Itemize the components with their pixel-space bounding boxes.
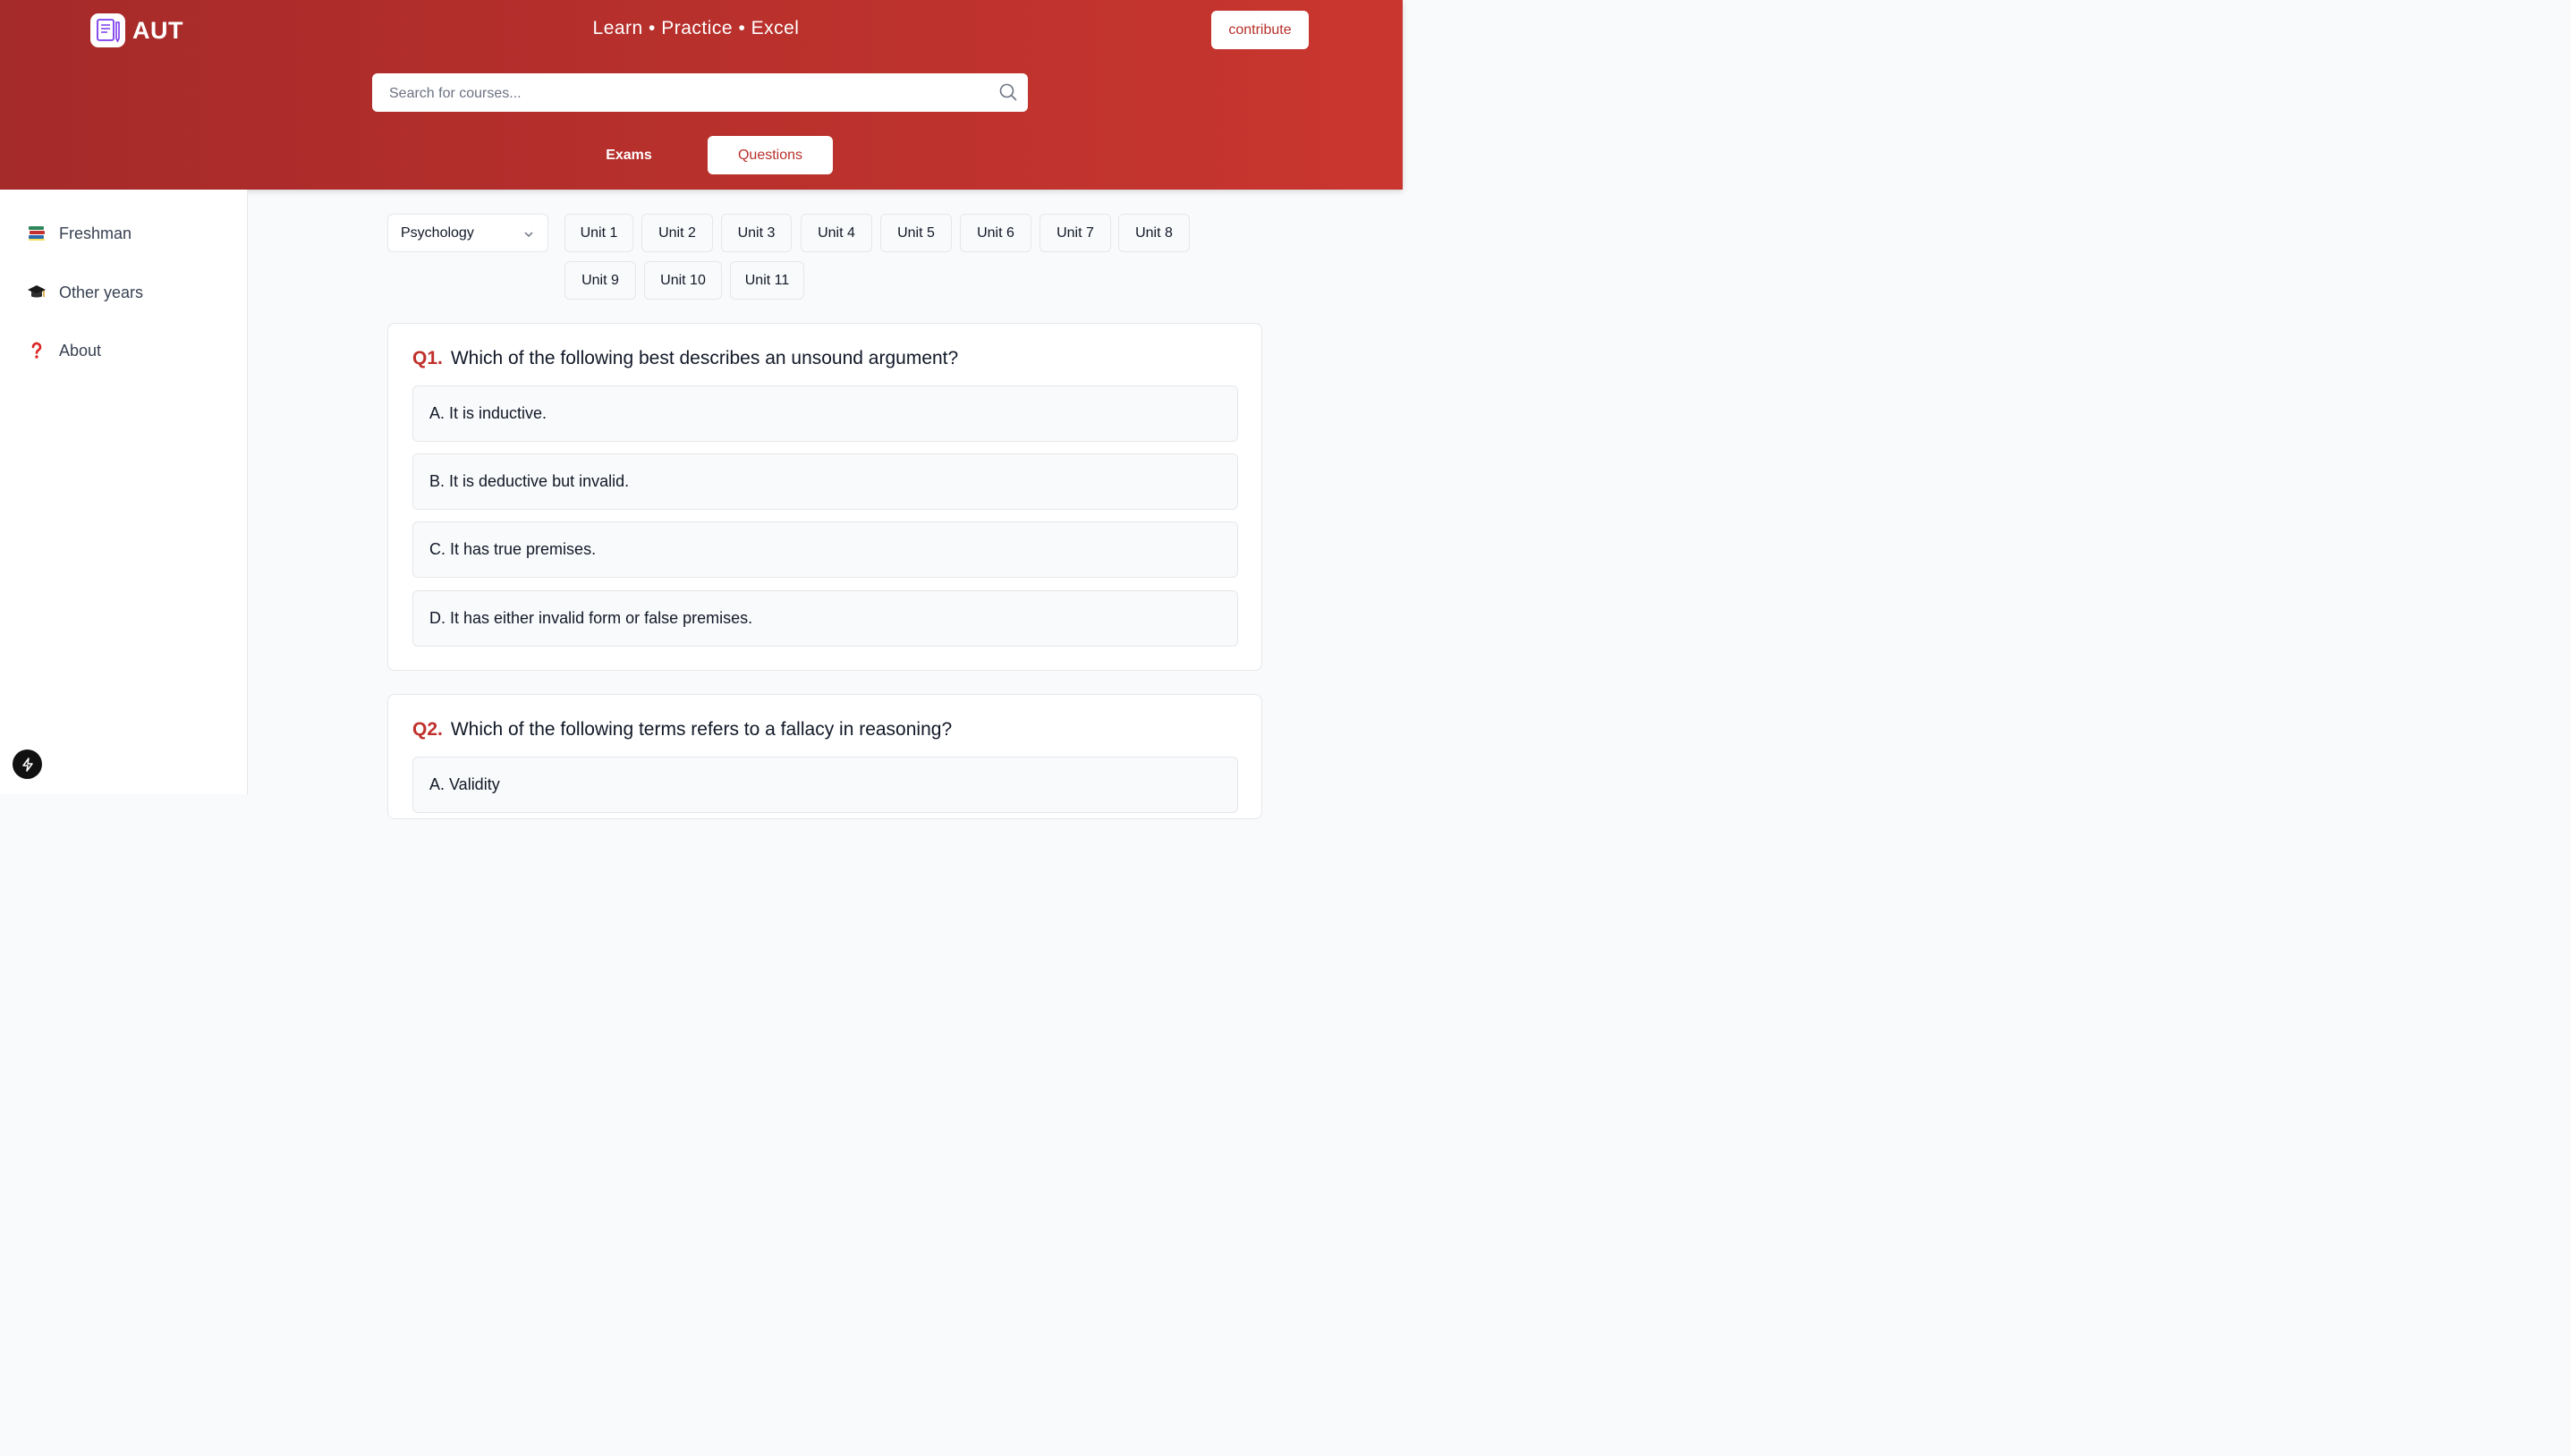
question-number: Q1. xyxy=(412,348,443,368)
question-title: Q1. Which of the following best describes… xyxy=(412,348,958,369)
answer-option-label: C. It has true premises. xyxy=(429,540,597,558)
tab-questions[interactable]: Questions xyxy=(708,136,833,174)
graduation-cap-icon xyxy=(27,283,47,302)
top-header: AUT Learn • Practice • Excel contribute … xyxy=(0,0,1403,190)
unit-button[interactable]: Unit 2 xyxy=(641,214,713,252)
answer-option-label: B. It is deductive but invalid. xyxy=(429,472,630,490)
course-select[interactable]: Psychology xyxy=(387,214,548,252)
answer-option[interactable]: B. It is deductive but invalid. xyxy=(412,453,1238,510)
search-bar xyxy=(372,73,1028,114)
unit-button[interactable]: Unit 7 xyxy=(1039,214,1111,252)
question-mark-icon xyxy=(27,341,47,360)
unit-button[interactable]: Unit 11 xyxy=(730,261,804,300)
unit-button[interactable]: Unit 6 xyxy=(960,214,1031,252)
search-input[interactable] xyxy=(387,73,999,114)
search-icon[interactable] xyxy=(999,83,1017,106)
answer-option-label: D. It has either invalid form or false p… xyxy=(429,609,753,627)
answer-option[interactable]: C. It has true premises. xyxy=(412,521,1238,578)
answer-option-label: A. It is inductive. xyxy=(429,404,547,422)
sidebar-item-label: Freshman xyxy=(59,224,132,242)
contribute-button[interactable]: contribute xyxy=(1211,11,1309,49)
course-select-value: Psychology xyxy=(401,225,474,241)
sidebar-item-label: About xyxy=(59,341,102,360)
question-title: Q2. Which of the following terms refers t… xyxy=(412,719,952,741)
question-number: Q2. xyxy=(412,719,443,740)
unit-button[interactable]: Unit 9 xyxy=(564,261,636,300)
unit-button[interactable]: Unit 1 xyxy=(564,214,633,252)
unit-button[interactable]: Unit 8 xyxy=(1118,214,1190,252)
tab-exams[interactable]: Exams xyxy=(566,136,692,174)
books-icon xyxy=(27,224,47,243)
sidebar-item-other-years[interactable]: Other years xyxy=(27,283,143,302)
question-text: Which of the following best describes an… xyxy=(450,348,959,368)
sidebar-item-freshman[interactable]: Freshman xyxy=(27,224,132,243)
answer-option[interactable]: D. It has either invalid form or false p… xyxy=(412,590,1238,647)
unit-button[interactable]: Unit 10 xyxy=(644,261,722,300)
unit-button[interactable]: Unit 3 xyxy=(721,214,792,252)
unit-button[interactable]: Unit 4 xyxy=(801,214,872,252)
question-card: Q1. Which of the following best describes… xyxy=(387,323,1262,671)
answer-option-label: A. Validity xyxy=(429,775,500,793)
bolt-icon[interactable] xyxy=(13,749,42,779)
sidebar-item-label: Other years xyxy=(59,283,144,301)
tagline: Learn • Practice • Excel xyxy=(592,18,800,38)
question-text: Which of the following terms refers to a… xyxy=(450,719,953,740)
sidebar-item-about[interactable]: About xyxy=(27,341,101,360)
question-card: Q2. Which of the following terms refers t… xyxy=(387,694,1262,819)
answer-option[interactable]: A. Validity xyxy=(412,757,1238,813)
unit-button[interactable]: Unit 5 xyxy=(880,214,952,252)
sidebar: Freshman Other years About xyxy=(0,190,248,794)
answer-option[interactable]: A. It is inductive. xyxy=(412,385,1238,442)
chevron-down-icon xyxy=(524,232,533,238)
